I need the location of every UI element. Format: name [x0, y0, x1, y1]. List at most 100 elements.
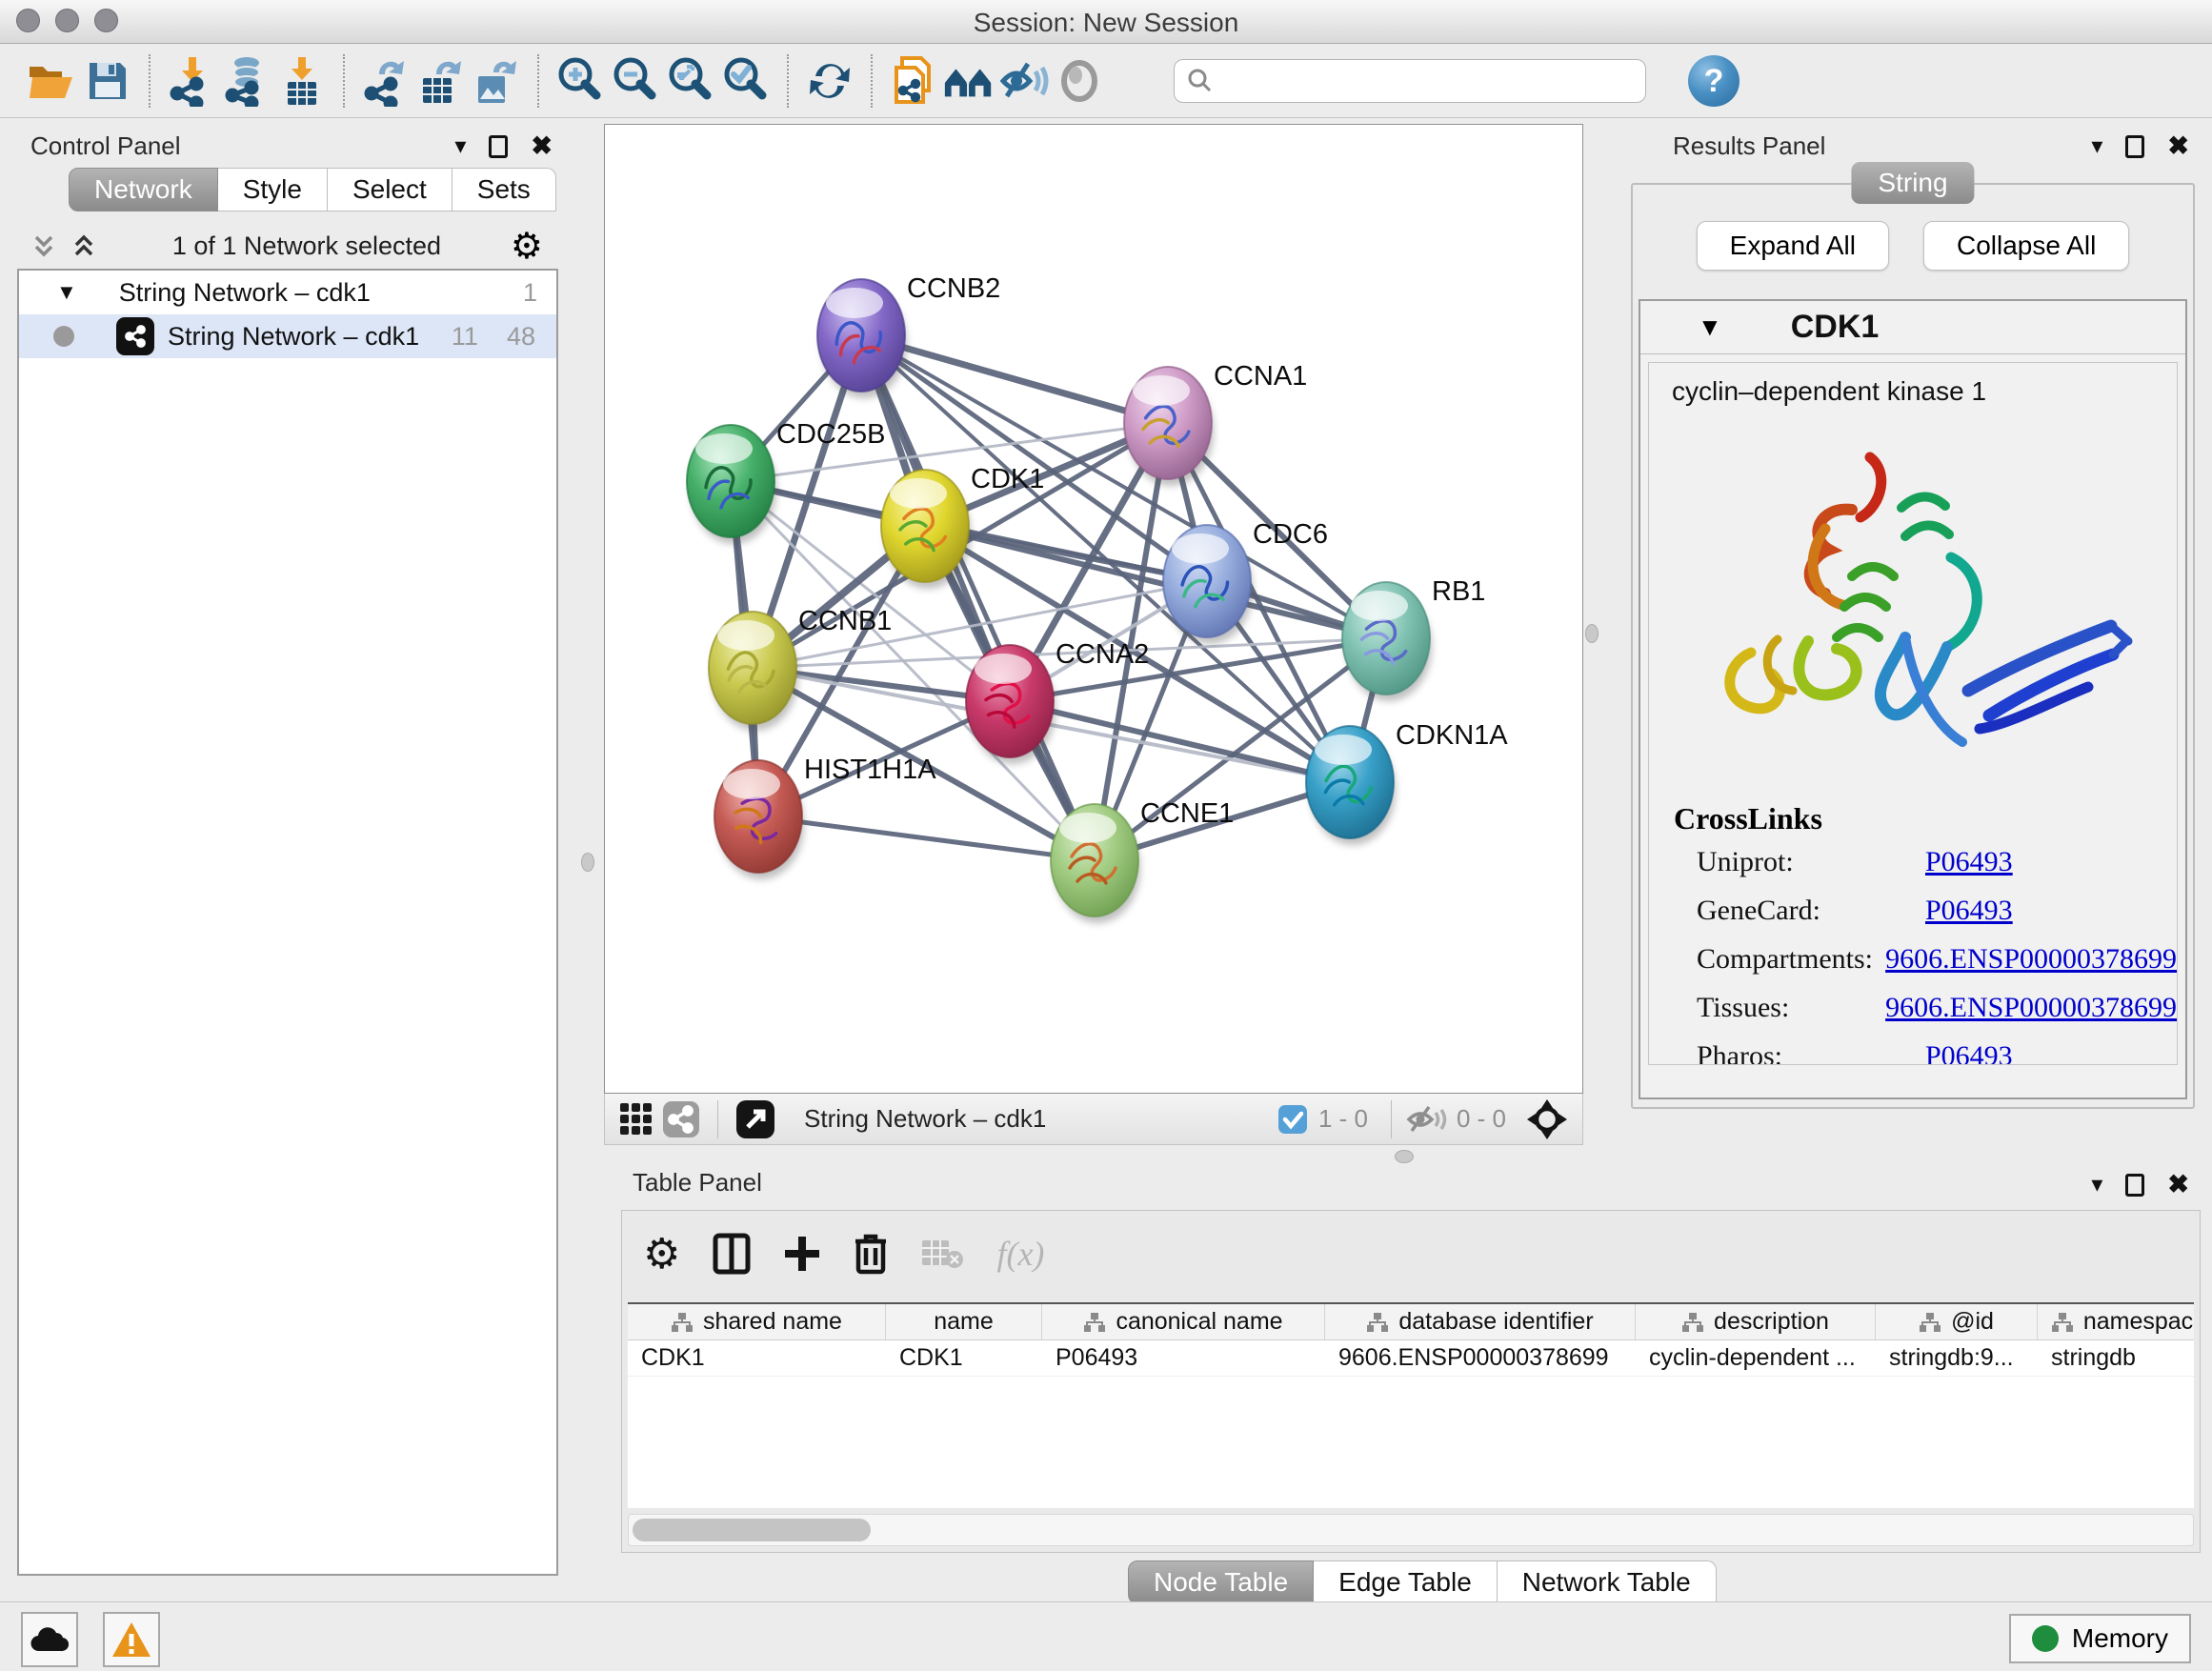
function-builder-button: f(x) [996, 1234, 1044, 1274]
clone-network-button[interactable] [886, 52, 941, 110]
save-session-button[interactable] [80, 52, 135, 110]
panel-float-icon[interactable] [2125, 135, 2144, 158]
column-header-database-identifier[interactable]: database identifier [1325, 1304, 1636, 1339]
expand-all-button[interactable]: Expand All [1697, 221, 1889, 271]
export-network-button[interactable] [358, 52, 413, 110]
show-columns-icon[interactable] [713, 1233, 751, 1275]
table-cell[interactable]: CDK1 [886, 1340, 1042, 1376]
import-network-from-database-button[interactable] [219, 52, 274, 110]
delete-table-icon [920, 1237, 964, 1271]
panel-menu-icon[interactable]: ▾ [454, 132, 466, 160]
column-header-shared-name[interactable]: shared name [628, 1304, 886, 1339]
zoom-in-button[interactable] [553, 52, 608, 110]
network-options-gear-icon[interactable]: ⚙ [511, 225, 543, 268]
table-cell[interactable]: P06493 [1042, 1340, 1325, 1376]
network-node-CDKN1A[interactable]: CDKN1A [1306, 720, 1508, 845]
export-image-button[interactable] [469, 52, 524, 110]
hide-graphics-details-button[interactable] [996, 52, 1052, 110]
network-node-CDC6[interactable]: CDC6 [1163, 519, 1328, 644]
column-header-description[interactable]: description [1636, 1304, 1876, 1339]
crosslink-label: Pharos: [1697, 1040, 1925, 1065]
collapse-all-icon[interactable] [30, 232, 63, 260]
tab-edge-table[interactable]: Edge Table [1314, 1560, 1498, 1604]
crosslink-link[interactable]: P06493 [1925, 846, 2013, 878]
hidden-items-eye-icon[interactable] [1405, 1103, 1447, 1136]
zoom-fit-button[interactable] [663, 52, 718, 110]
collection-expand-icon[interactable]: ▼ [56, 280, 77, 305]
grid-view-button[interactable] [614, 1097, 658, 1141]
open-in-browser-button[interactable] [732, 1096, 779, 1143]
network-node-CCNB1[interactable]: CCNB1 [709, 606, 892, 731]
table-cell[interactable]: cyclin-dependent ... [1636, 1340, 1876, 1376]
panel-menu-icon[interactable]: ▾ [2091, 132, 2102, 160]
splitter-handle[interactable] [1585, 624, 1599, 643]
column-header--id[interactable]: @id [1876, 1304, 2038, 1339]
import-table-button[interactable] [274, 52, 330, 110]
panel-float-icon[interactable] [2125, 1174, 2144, 1197]
table-horizontal-scrollbar[interactable] [628, 1514, 2194, 1546]
show-details-icon [1056, 58, 1103, 104]
protein-section-header[interactable]: ▼ CDK1 [1640, 301, 2185, 354]
export-table-button[interactable] [413, 52, 469, 110]
search-input[interactable] [1215, 62, 1634, 100]
network-selected-status: 1 of 1 Network selected [103, 232, 511, 261]
crosslink-link[interactable]: P06493 [1925, 1040, 2013, 1065]
help-button[interactable]: ? [1688, 55, 1739, 107]
section-collapse-icon[interactable]: ▼ [1698, 312, 1722, 342]
birds-eye-view-button[interactable] [941, 52, 996, 110]
column-header-namespac[interactable]: namespac [2038, 1304, 2194, 1339]
tab-string[interactable]: String [1851, 162, 1974, 204]
panel-close-icon[interactable]: ✖ [2167, 131, 2189, 161]
network-collection-row[interactable]: ▼ String Network – cdk1 1 [19, 271, 556, 314]
column-header-canonical-name[interactable]: canonical name [1042, 1304, 1325, 1339]
network-node-RB1[interactable]: RB1 [1342, 576, 1485, 701]
table-cell[interactable]: stringdb [2038, 1340, 2194, 1376]
expand-all-icon[interactable] [70, 232, 103, 260]
node-label: CDK1 [971, 464, 1044, 494]
refresh-button[interactable] [802, 52, 857, 110]
show-graphics-details-button[interactable] [1052, 52, 1107, 110]
crosslink-link[interactable]: P06493 [1925, 895, 2013, 927]
tab-network[interactable]: Network [69, 168, 218, 211]
table-cell[interactable]: stringdb:9... [1876, 1340, 2038, 1376]
network-node-CDK1[interactable]: CDK1 [881, 464, 1044, 589]
crosslink-link[interactable]: 9606.ENSP00000378699 [1885, 943, 2177, 976]
column-header-name[interactable]: name [886, 1304, 1042, 1339]
tab-style[interactable]: Style [218, 168, 328, 211]
collapse-all-button[interactable]: Collapse All [1923, 221, 2129, 271]
memory-button[interactable]: Memory [2009, 1614, 2191, 1663]
crosslink-link[interactable]: 9606.ENSP00000378699 [1885, 992, 2177, 1024]
splitter-handle[interactable] [581, 853, 594, 872]
add-column-icon[interactable] [783, 1233, 821, 1275]
network-state-dot-icon [53, 326, 74, 347]
panel-close-icon[interactable]: ✖ [2167, 1170, 2189, 1199]
delete-column-trash-icon[interactable] [854, 1232, 888, 1276]
splitter-handle[interactable] [1395, 1150, 1414, 1163]
import-network-button[interactable] [164, 52, 219, 110]
panel-menu-icon[interactable]: ▾ [2091, 1171, 2102, 1198]
tab-select[interactable]: Select [328, 168, 452, 211]
fit-selected-button[interactable] [1521, 1094, 1573, 1145]
network-edge-HIST1H1A-CCNE1[interactable] [758, 816, 1095, 860]
table-cell[interactable]: 9606.ENSP00000378699 [1325, 1340, 1636, 1376]
cloud-status-button[interactable] [21, 1612, 78, 1667]
scrollbar-thumb[interactable] [633, 1519, 871, 1541]
zoom-out-button[interactable] [608, 52, 663, 110]
warnings-button[interactable] [103, 1612, 160, 1667]
table-options-gear-icon[interactable]: ⚙ [643, 1230, 680, 1278]
table-cell[interactable]: CDK1 [628, 1340, 886, 1376]
network-node-CCNE1[interactable]: CCNE1 [1051, 798, 1234, 923]
open-session-button[interactable] [25, 52, 80, 110]
tab-node-table[interactable]: Node Table [1128, 1560, 1314, 1604]
tab-network-table[interactable]: Network Table [1498, 1560, 1717, 1604]
network-row[interactable]: String Network – cdk1 11 48 [19, 314, 556, 358]
selected-nodes-checkbox-icon[interactable] [1277, 1103, 1309, 1136]
panel-close-icon[interactable]: ✖ [531, 131, 553, 161]
network-canvas[interactable]: CCNB2CCNA1CDC25BCDK1CDC6RB1CCNB1CCNA2CDK… [604, 124, 1583, 1094]
table-row[interactable]: CDK1CDK1P064939606.ENSP00000378699cyclin… [628, 1340, 2194, 1377]
panel-float-icon[interactable] [489, 135, 508, 158]
network-node-HIST1H1A[interactable]: HIST1H1A [714, 755, 936, 879]
zoom-selected-button[interactable] [718, 52, 774, 110]
string-style-button[interactable] [658, 1097, 704, 1142]
tab-sets[interactable]: Sets [452, 168, 556, 211]
